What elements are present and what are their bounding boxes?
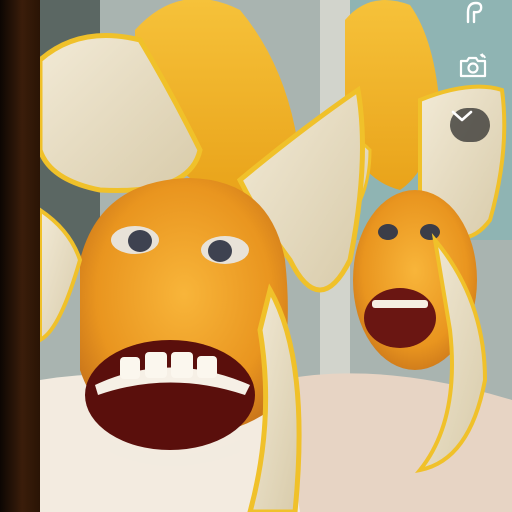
right-controls: [442, 0, 512, 160]
effects-button[interactable]: [462, 0, 496, 26]
chevron-down-icon: [451, 110, 473, 122]
camera-screen: [0, 0, 512, 512]
camera-flip-button[interactable]: [458, 52, 496, 88]
open-mouth: [85, 340, 255, 450]
camera-flip-icon: [459, 53, 487, 78]
effects-icon: [466, 1, 483, 24]
more-options-button[interactable]: [450, 108, 490, 142]
camera-preview[interactable]: [40, 0, 512, 512]
left-edge-bar: [0, 0, 40, 512]
